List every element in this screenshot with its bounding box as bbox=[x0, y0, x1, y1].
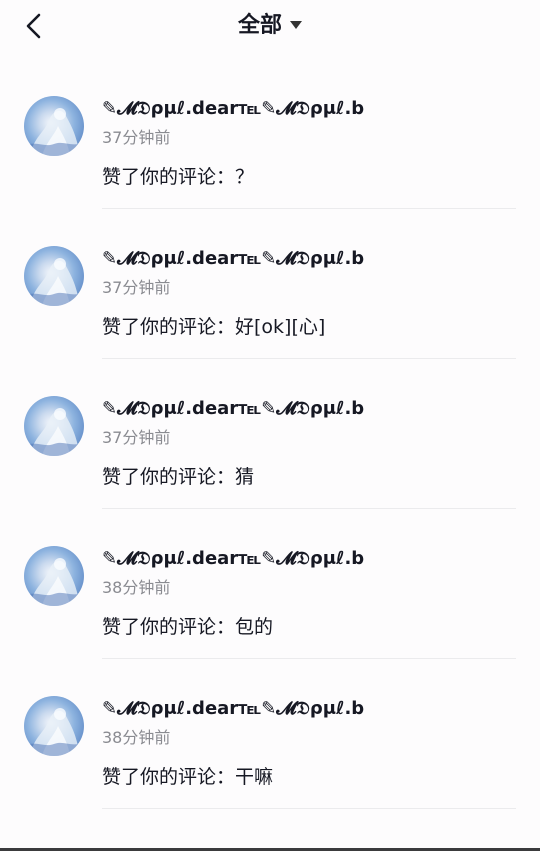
notification-text[interactable]: 赞了你的评论：好[ok][心] bbox=[102, 312, 325, 342]
notification-item[interactable]: ✎𝓜𝔇ρμℓ.dear℡✎𝓜𝔇ρμℓ.b 37分钟前 赞了你的评论：猜 bbox=[0, 360, 540, 510]
username[interactable]: ✎𝓜𝔇ρμℓ.dear℡✎𝓜𝔇ρμℓ.b bbox=[102, 96, 364, 122]
username[interactable]: ✎𝓜𝔇ρμℓ.dear℡✎𝓜𝔇ρμℓ.b bbox=[102, 546, 364, 572]
notification-text[interactable]: 赞了你的评论：猜 bbox=[102, 462, 254, 492]
filter-dropdown[interactable]: 全部 bbox=[0, 10, 540, 42]
notification-item[interactable]: ✎𝓜𝔇ρμℓ.dear℡✎𝓜𝔇ρμℓ.b 38分钟前 赞了你的评论：包的 bbox=[0, 510, 540, 660]
notification-item[interactable]: ✎𝓜𝔇ρμℓ.dear℡✎𝓜𝔇ρμℓ.b 38分钟前 赞了你的评论：干嘛 bbox=[0, 660, 540, 810]
notification-text[interactable]: 赞了你的评论：干嘛 bbox=[102, 762, 273, 792]
divider bbox=[102, 208, 516, 209]
page-title: 全部 bbox=[237, 13, 282, 38]
avatar[interactable] bbox=[24, 696, 84, 756]
avatar-image bbox=[24, 408, 84, 456]
divider bbox=[102, 358, 516, 359]
avatar[interactable] bbox=[24, 96, 84, 156]
notification-text[interactable]: 赞了你的评论：？ bbox=[102, 162, 254, 192]
username[interactable]: ✎𝓜𝔇ρμℓ.dear℡✎𝓜𝔇ρμℓ.b bbox=[102, 396, 364, 422]
timestamp: 38分钟前 bbox=[102, 728, 171, 747]
notification-text[interactable]: 赞了你的评论：包的 bbox=[102, 612, 273, 642]
username[interactable]: ✎𝓜𝔇ρμℓ.dear℡✎𝓜𝔇ρμℓ.b bbox=[102, 246, 364, 272]
avatar-image bbox=[24, 708, 84, 756]
divider bbox=[102, 658, 516, 659]
avatar-image bbox=[24, 558, 84, 606]
notification-item[interactable]: ✎𝓜𝔇ρμℓ.dear℡✎𝓜𝔇ρμℓ.b 37分钟前 赞了你的评论：好[ok][… bbox=[0, 210, 540, 360]
divider bbox=[102, 508, 516, 509]
avatar[interactable] bbox=[24, 396, 84, 456]
timestamp: 37分钟前 bbox=[102, 278, 171, 297]
avatar-image bbox=[24, 108, 84, 156]
avatar[interactable] bbox=[24, 246, 84, 306]
username[interactable]: ✎𝓜𝔇ρμℓ.dear℡✎𝓜𝔇ρμℓ.b bbox=[102, 696, 364, 722]
notification-item[interactable]: ✎𝓜𝔇ρμℓ.dear℡✎𝓜𝔇ρμℓ.b 37分钟前 赞了你的评论：？ bbox=[0, 60, 540, 210]
header: 全部 bbox=[0, 0, 540, 54]
timestamp: 38分钟前 bbox=[102, 578, 171, 597]
avatar-image bbox=[24, 258, 84, 306]
timestamp: 37分钟前 bbox=[102, 128, 171, 147]
notification-list: ✎𝓜𝔇ρμℓ.dear℡✎𝓜𝔇ρμℓ.b 37分钟前 赞了你的评论：？ ✎𝓜𝔇ρ… bbox=[0, 60, 540, 810]
caret-down-icon bbox=[290, 21, 302, 29]
avatar[interactable] bbox=[24, 546, 84, 606]
divider bbox=[102, 808, 516, 809]
timestamp: 37分钟前 bbox=[102, 428, 171, 447]
